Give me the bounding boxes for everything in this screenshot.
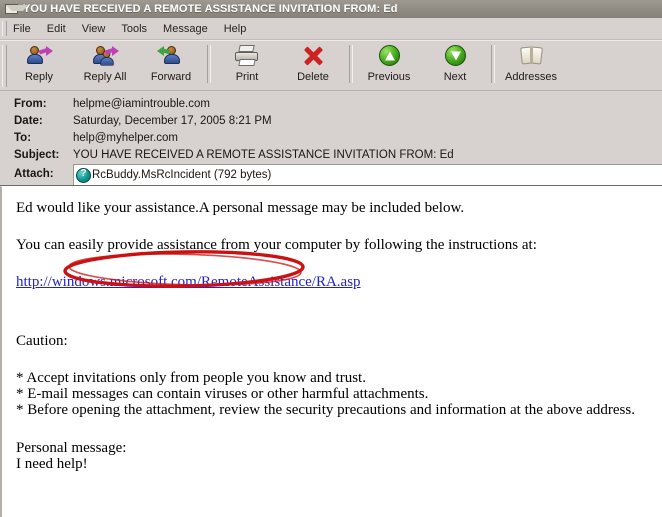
delete-x-icon bbox=[299, 44, 327, 70]
body-line-1: Ed would like your assistance.A personal… bbox=[16, 200, 465, 216]
menu-item-help[interactable]: Help bbox=[216, 21, 255, 37]
previous-button-label: Previous bbox=[367, 71, 411, 83]
caution-heading: Caution: bbox=[16, 333, 68, 349]
header-row-subject: Subject: YOU HAVE RECEIVED A REMOTE ASSI… bbox=[0, 146, 662, 163]
to-value: help@myhelper.com bbox=[73, 131, 178, 144]
toolbar-separator bbox=[349, 45, 353, 83]
menu-item-message[interactable]: Message bbox=[155, 21, 216, 37]
toolbar-separator bbox=[491, 45, 495, 83]
next-button-label: Next bbox=[443, 71, 467, 83]
reply-all-button[interactable]: Reply All bbox=[72, 41, 138, 89]
previous-button[interactable]: Previous bbox=[356, 41, 422, 89]
body-link-paragraph: http://windows.microsoft.com/RemoteAssis… bbox=[16, 275, 652, 290]
toolbar: Reply Reply All Forward Print Delete Pre… bbox=[0, 40, 662, 91]
email-message-window: YOU HAVE RECEIVED A REMOTE ASSISTANCE IN… bbox=[0, 0, 662, 517]
delete-button[interactable]: Delete bbox=[280, 41, 346, 89]
header-row-attach: Attach: RcBuddy.MsRcIncident (792 bytes) bbox=[0, 164, 662, 185]
personal-message-label: Personal message: bbox=[16, 440, 127, 456]
to-label: To: bbox=[14, 131, 32, 144]
menu-item-tools[interactable]: Tools bbox=[113, 21, 155, 37]
caution-bullet: * Before opening the attachment, review … bbox=[16, 402, 635, 418]
date-value: Saturday, December 17, 2005 8:21 PM bbox=[73, 114, 272, 127]
remote-assistance-icon bbox=[76, 167, 91, 183]
print-button-label: Print bbox=[235, 71, 259, 83]
delete-button-label: Delete bbox=[297, 71, 329, 83]
toolbar-separator bbox=[207, 45, 211, 83]
envelope-icon bbox=[4, 2, 28, 16]
caution-bullet: * Accept invitations only from people yo… bbox=[16, 370, 366, 386]
print-button[interactable]: Print bbox=[214, 41, 280, 89]
forward-icon bbox=[157, 44, 185, 70]
message-body: Ed would like your assistance.A personal… bbox=[0, 186, 662, 517]
message-headers: From: helpme@iamintrouble.com Date: Satu… bbox=[0, 91, 662, 288]
window-title: YOU HAVE RECEIVED A REMOTE ASSISTANCE IN… bbox=[23, 3, 398, 15]
reply-all-icon bbox=[91, 44, 119, 70]
header-row-date: Date: Saturday, December 17, 2005 8:21 P… bbox=[0, 112, 662, 129]
from-label: From: bbox=[14, 97, 47, 110]
menu-bar: File Edit View Tools Message Help bbox=[0, 18, 662, 40]
printer-icon bbox=[233, 44, 261, 70]
from-value: helpme@iamintrouble.com bbox=[73, 97, 210, 110]
body-line-2: You can easily provide assistance from y… bbox=[16, 237, 537, 253]
arrow-down-circle-icon bbox=[441, 44, 469, 70]
menu-item-edit[interactable]: Edit bbox=[39, 21, 74, 37]
reply-icon bbox=[25, 44, 53, 70]
forward-button[interactable]: Forward bbox=[138, 41, 204, 89]
menu-item-file[interactable]: File bbox=[5, 21, 39, 37]
caution-bullet: * E-mail messages can contain viruses or… bbox=[16, 386, 429, 402]
arrow-up-circle-icon bbox=[375, 44, 403, 70]
subject-label: Subject: bbox=[14, 148, 60, 161]
addresses-button[interactable]: Addresses bbox=[498, 41, 564, 89]
menu-item-view[interactable]: View bbox=[74, 21, 114, 37]
address-book-icon bbox=[517, 44, 545, 70]
attach-label: Attach: bbox=[14, 168, 54, 180]
attachment-list[interactable]: RcBuddy.MsRcIncident (792 bytes) bbox=[73, 164, 662, 185]
header-row-to: To: help@myhelper.com bbox=[0, 129, 662, 146]
personal-message-text: I need help! bbox=[16, 456, 88, 472]
forward-button-label: Forward bbox=[150, 71, 192, 83]
reply-all-button-label: Reply All bbox=[83, 71, 127, 83]
reply-button-label: Reply bbox=[24, 71, 54, 83]
title-bar: YOU HAVE RECEIVED A REMOTE ASSISTANCE IN… bbox=[0, 0, 662, 18]
attachment-name[interactable]: RcBuddy.MsRcIncident (792 bytes) bbox=[92, 169, 271, 181]
remote-assistance-link[interactable]: http://windows.microsoft.com/RemoteAssis… bbox=[16, 274, 361, 290]
next-button[interactable]: Next bbox=[422, 41, 488, 89]
addresses-button-label: Addresses bbox=[505, 71, 557, 83]
date-label: Date: bbox=[14, 114, 43, 127]
reply-button[interactable]: Reply bbox=[6, 41, 72, 89]
header-row-from: From: helpme@iamintrouble.com bbox=[0, 95, 662, 112]
subject-value: YOU HAVE RECEIVED A REMOTE ASSISTANCE IN… bbox=[73, 148, 454, 161]
